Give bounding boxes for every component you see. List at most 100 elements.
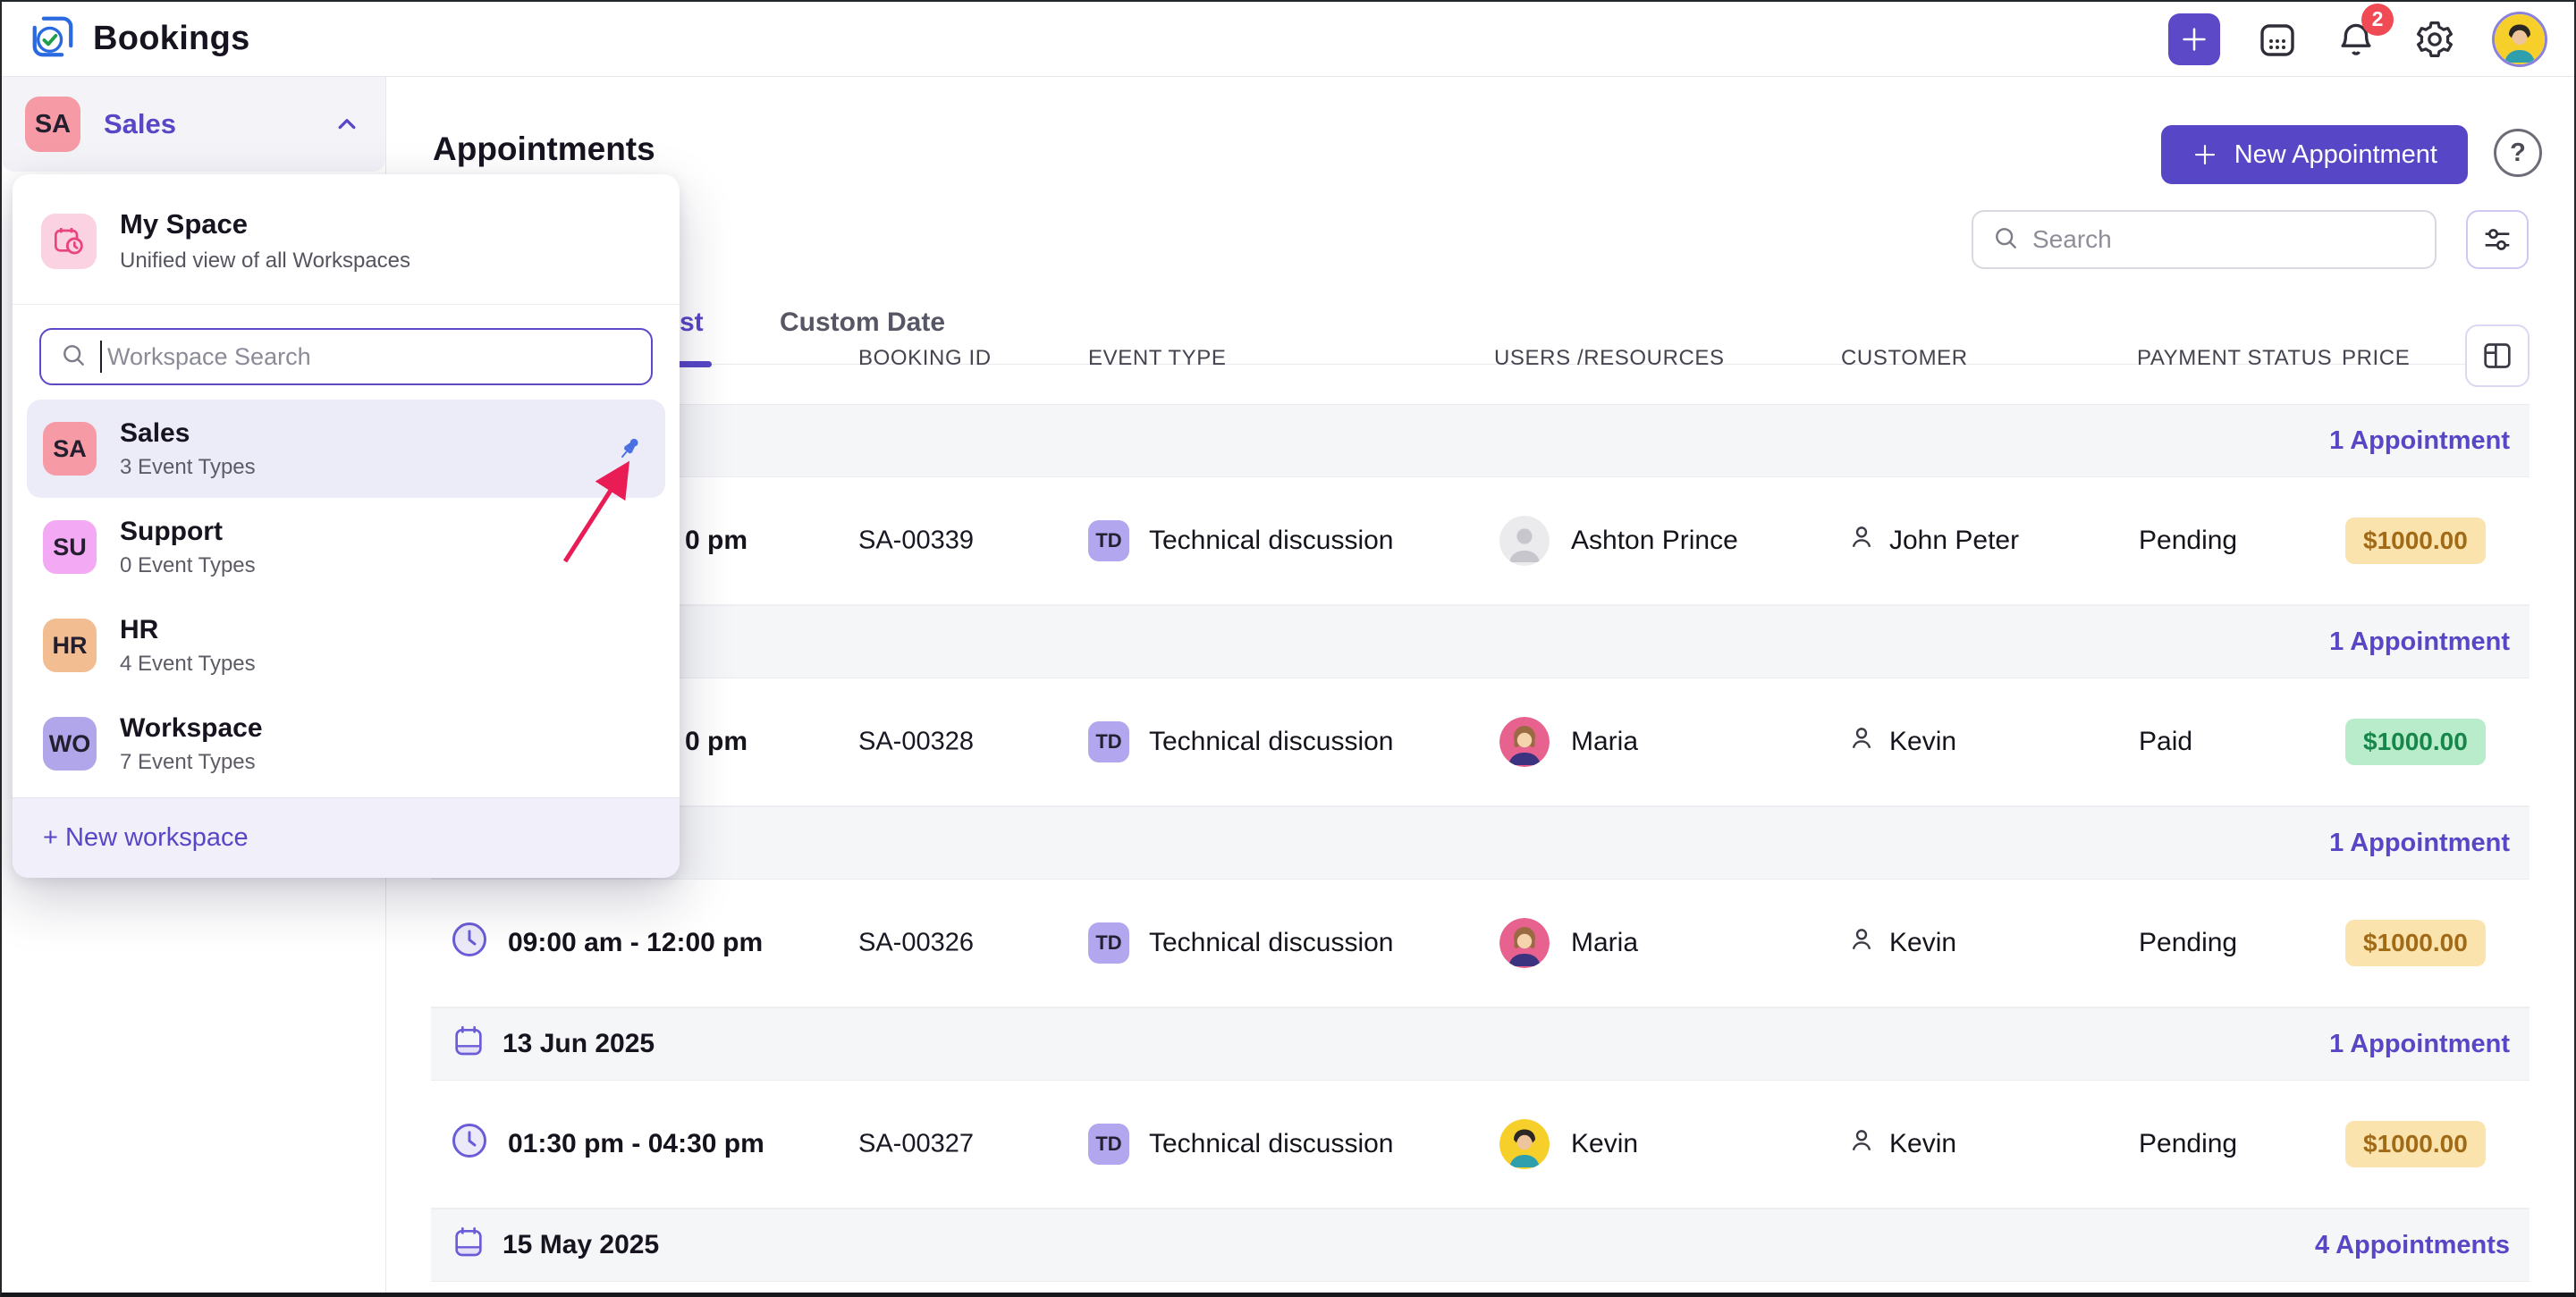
appointments-search-input[interactable] (2032, 225, 2417, 254)
price-pill: $1000.00 (2345, 719, 2486, 765)
chevron-up-icon (332, 109, 362, 139)
workspace-badge: WO (43, 717, 97, 771)
appointment-count-link[interactable]: 1 Appointment (2329, 426, 2510, 456)
appointment-count-link[interactable]: 4 Appointments (2315, 1231, 2510, 1260)
group-date: 15 May 2025 (451, 1224, 659, 1267)
main-content: Appointments New Appointment ? st Custom… (386, 77, 2574, 1293)
person-icon (1846, 924, 1877, 962)
workspace-dropdown: My Space Unified view of all Workspaces … (13, 174, 680, 878)
workspace-list: SASales3 Event Types SU Support 0 Event Ty… (13, 392, 680, 793)
person-icon (1846, 723, 1877, 761)
my-space-subtitle: Unified view of all Workspaces (120, 248, 410, 274)
clock-icon (451, 921, 488, 965)
user-resource: Maria (1499, 717, 1638, 767)
appointment-row-SA-00328[interactable]: 0 pmSA-00328TDTechnical discussionMariaK… (431, 678, 2530, 806)
appointment-count-link[interactable]: 1 Appointment (2329, 627, 2510, 657)
date-group-row: 1 Appointment (431, 806, 2530, 880)
price: $1000.00 (2345, 719, 2486, 765)
appointments-search (1972, 210, 2437, 269)
notification-count-badge: 2 (2361, 4, 2394, 36)
user-resource: Maria (1499, 918, 1638, 968)
workspace-item-sales[interactable]: SASales3 Event Types (27, 400, 665, 498)
user-avatar (1499, 516, 1550, 566)
table-header-row: BOOKING ID EVENT TYPE USERS /RESOURCES C… (431, 312, 2530, 404)
workspace-search-input[interactable] (107, 343, 633, 371)
user-resource: Ashton Prince (1499, 516, 1738, 566)
appointment-time: 01:30 pm - 04:30 pm (451, 1122, 764, 1166)
clock-icon (451, 1122, 488, 1166)
workspace-selector-badge: SA (25, 97, 80, 152)
workspace-search (39, 328, 653, 385)
filter-button[interactable] (2466, 210, 2529, 269)
search-icon (59, 341, 88, 374)
quick-add-button[interactable] (2168, 13, 2220, 65)
appointment-row-SA-00339[interactable]: 0 pm SA-00339 TDTechnical discussion Ashton… (431, 477, 2530, 605)
dropdown-footer: + New workspace (13, 797, 680, 878)
search-icon (1991, 223, 2020, 257)
calendar-icon (451, 1224, 486, 1267)
workspace-item-hr[interactable]: HRHR4 Event Types (27, 596, 665, 695)
workspace-name: Support (120, 517, 256, 547)
notifications-bell-icon[interactable]: 2 (2335, 18, 2378, 61)
appointment-time: 09:00 am - 12:00 pm (451, 921, 763, 965)
appointment-time: 0 pm (685, 526, 747, 556)
workspace-badge: SA (43, 422, 97, 476)
date-group-row: 13 Jun 20251 Appointment (431, 1007, 2530, 1081)
page-title: Appointments (433, 131, 655, 168)
workspace-meta: 4 Event Types (120, 652, 256, 677)
new-workspace-link[interactable]: + New workspace (43, 823, 249, 853)
payment-status: Pending (2139, 526, 2237, 556)
calendar-icon[interactable] (2256, 18, 2299, 61)
appointment-row-SA-00327[interactable]: 01:30 pm - 04:30 pmSA-00327TDTechnical d… (431, 1081, 2530, 1209)
new-appointment-button[interactable]: New Appointment (2161, 125, 2468, 184)
appointment-count-link[interactable]: 1 Appointment (2329, 1030, 2510, 1059)
date-group-row: 1 Appointment (431, 404, 2530, 477)
user-avatar[interactable] (2492, 12, 2547, 67)
appointment-row-SA-00326[interactable]: 09:00 am - 12:00 pmSA-00326TDTechnical d… (431, 880, 2530, 1007)
event-type-badge: TD (1088, 520, 1129, 561)
my-space-title: My Space (120, 208, 410, 240)
booking-id: SA-00326 (858, 929, 974, 958)
bookings-logo-icon (29, 13, 77, 65)
booking-id: SA-00328 (858, 728, 974, 757)
event-type-badge: TD (1088, 1124, 1129, 1165)
workspace-meta: 0 Event Types (120, 553, 256, 578)
price-pill: $1000.00 (2345, 518, 2486, 564)
app-title: Bookings (93, 20, 250, 58)
workspace-badge: HR (43, 619, 97, 672)
pin-icon[interactable] (614, 434, 644, 464)
person-icon (1846, 1125, 1877, 1163)
col-header-payment-status: PAYMENT STATUS (2137, 346, 2332, 371)
price-pill: $1000.00 (2345, 1121, 2486, 1167)
person-icon (1846, 522, 1877, 560)
workspace-item-support[interactable]: SU Support 0 Event Types (27, 498, 665, 596)
help-button[interactable]: ? (2494, 129, 2542, 177)
workspace-name: Workspace (120, 713, 263, 744)
settings-gear-icon[interactable] (2413, 18, 2456, 61)
workspace-item-workspace[interactable]: WOWorkspace7 Event Types (27, 695, 665, 793)
price-pill: $1000.00 (2345, 920, 2486, 966)
workspace-selector[interactable]: SA Sales (2, 77, 385, 172)
appointments-table: BOOKING ID EVENT TYPE USERS /RESOURCES C… (431, 312, 2530, 1293)
booking-id: SA-00327 (858, 1130, 974, 1159)
col-header-users-resources: USERS /RESOURCES (1494, 346, 1725, 371)
column-settings-button[interactable] (2465, 324, 2530, 387)
user-resource: Kevin (1499, 1119, 1638, 1169)
my-space-calendar-icon (41, 214, 97, 269)
booking-id: SA-00339 (858, 526, 974, 556)
my-space-item[interactable]: My Space Unified view of all Workspaces (13, 174, 680, 304)
topbar-actions: 2 (2168, 12, 2547, 67)
customer: Kevin (1846, 723, 1956, 761)
col-header-event-type: EVENT TYPE (1088, 346, 1227, 371)
date-group-row: 1 Appointment (431, 605, 2530, 678)
col-header-price: PRICE (2342, 346, 2410, 371)
payment-status: Paid (2139, 727, 2192, 757)
workspace-meta: 3 Event Types (120, 455, 256, 480)
bookings-app: Bookings 2 (0, 0, 2576, 1297)
event-type-badge: TD (1088, 922, 1129, 964)
appointment-count-link[interactable]: 1 Appointment (2329, 829, 2510, 858)
dropdown-divider (13, 304, 680, 305)
event-type: TDTechnical discussion (1088, 520, 1393, 561)
workspace-badge: SU (43, 520, 97, 574)
topbar: Bookings 2 (2, 2, 2574, 77)
